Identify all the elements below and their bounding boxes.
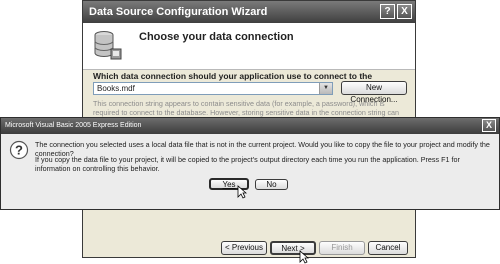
wizard-header: Choose your data connection xyxy=(83,23,415,70)
dropdown-arrow-icon[interactable]: ▼ xyxy=(319,83,332,94)
wizard-title: Data Source Configuration Wizard xyxy=(89,6,268,18)
connection-dropdown[interactable]: Books.mdf ▼ xyxy=(93,82,333,95)
dialog-message-detail: If you copy the data file to your projec… xyxy=(35,155,460,173)
previous-button[interactable]: < Previous xyxy=(221,241,267,255)
finish-button[interactable]: Finish xyxy=(319,241,365,255)
database-icon xyxy=(94,31,122,60)
copy-file-dialog: Microsoft Visual Basic 2005 Express Edit… xyxy=(0,117,500,210)
yes-button-label: Yes xyxy=(222,180,236,189)
question-icon: ? xyxy=(9,140,29,160)
dialog-title: Microsoft Visual Basic 2005 Express Edit… xyxy=(5,122,142,129)
close-button[interactable]: X xyxy=(397,4,412,19)
wizard-heading: Choose your data connection xyxy=(139,31,294,43)
new-connection-button[interactable]: New Connection... xyxy=(341,81,407,104)
help-button[interactable]: ? xyxy=(380,4,395,19)
dialog-close-button[interactable]: X xyxy=(482,119,496,132)
svg-text:?: ? xyxy=(15,143,23,158)
next-button[interactable]: Next > xyxy=(270,241,316,255)
mouse-cursor-icon xyxy=(299,250,309,264)
connection-selected-value: Books.mdf xyxy=(97,84,135,93)
wizard-titlebar: Data Source Configuration Wizard ? X xyxy=(83,1,415,23)
dialog-titlebar: Microsoft Visual Basic 2005 Express Edit… xyxy=(1,118,499,134)
no-button[interactable]: No xyxy=(255,179,288,190)
mouse-cursor-icon xyxy=(237,185,247,199)
cancel-button[interactable]: Cancel xyxy=(368,241,408,255)
